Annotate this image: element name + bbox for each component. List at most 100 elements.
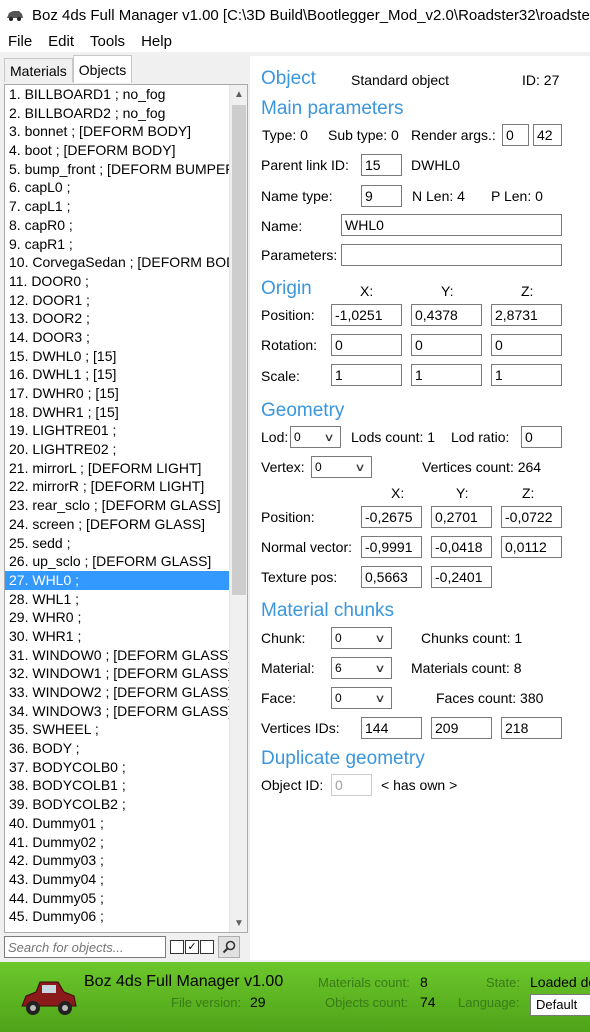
normal-y-field[interactable]: -0,0418 (431, 536, 492, 558)
texture-u-field[interactable]: 0,5663 (361, 566, 422, 588)
list-item[interactable]: 45. Dummy06 ; (5, 907, 229, 926)
subtype-label: Sub type: 0 (328, 127, 399, 143)
list-item[interactable]: 25. sedd ; (5, 534, 229, 553)
list-item[interactable]: 4. boot ; [DEFORM BODY] (5, 141, 229, 160)
vertex-position-x-field[interactable]: -0,2675 (361, 506, 422, 528)
scroll-up-icon[interactable]: ▲ (230, 85, 247, 103)
list-item[interactable]: 9. capR1 ; (5, 235, 229, 254)
list-item[interactable]: 7. capL1 ; (5, 197, 229, 216)
list-item[interactable]: 31. WINDOW0 ; [DEFORM GLASS] (5, 646, 229, 665)
list-item[interactable]: 44. Dummy05 ; (5, 889, 229, 908)
list-scrollbar[interactable]: ▲ ▼ (229, 85, 247, 932)
menu-edit[interactable]: Edit (40, 33, 82, 50)
vertex-position-z-field[interactable]: -0,0722 (501, 506, 562, 528)
scale-y-field[interactable]: 1 (411, 364, 482, 386)
lod-dropdown[interactable]: 0 ∨ (290, 426, 341, 448)
search-button[interactable] (218, 936, 240, 958)
origin-position-x-field[interactable]: -1,0251 (331, 304, 402, 326)
list-item[interactable]: 35. SWHEEL ; (5, 720, 229, 739)
language-dropdown[interactable]: Default (530, 994, 590, 1016)
scroll-down-icon[interactable]: ▼ (230, 914, 247, 932)
list-item[interactable]: 16. DWHL1 ; [15] (5, 365, 229, 384)
list-item[interactable]: 6. capL0 ; (5, 178, 229, 197)
vertex-position-y-field[interactable]: 0,2701 (431, 506, 492, 528)
render-args-a-field[interactable]: 0 (502, 124, 529, 146)
list-item[interactable]: 18. DWHR1 ; [15] (5, 403, 229, 422)
list-item[interactable]: 43. Dummy04 ; (5, 870, 229, 889)
list-item[interactable]: 30. WHR1 ; (5, 627, 229, 646)
list-item[interactable]: 23. rear_sclo ; [DEFORM GLASS] (5, 496, 229, 515)
list-item[interactable]: 41. Dummy02 ; (5, 833, 229, 852)
list-item[interactable]: 34. WINDOW3 ; [DEFORM GLASS] (5, 702, 229, 721)
objects-list[interactable]: 1. BILLBOARD1 ; no_fog 2. BILLBOARD2 ; no… (5, 85, 229, 932)
chunk-dropdown[interactable]: 0 ∨ (331, 627, 392, 649)
rotation-x-field[interactable]: 0 (331, 334, 402, 356)
rotation-y-field[interactable]: 0 (411, 334, 482, 356)
list-item[interactable]: 33. WINDOW2 ; [DEFORM GLASS] (5, 683, 229, 702)
list-item[interactable]: 40. Dummy01 ; (5, 814, 229, 833)
list-item[interactable]: 38. BODYCOLB1 ; (5, 776, 229, 795)
vertex-dropdown[interactable]: 0 ∨ (311, 456, 372, 478)
list-item[interactable]: 36. BODY ; (5, 739, 229, 758)
list-item[interactable]: 19. LIGHTRE01 ; (5, 421, 229, 440)
vertex-id-a-field[interactable]: 144 (361, 717, 422, 739)
menu-file[interactable]: File (0, 33, 40, 50)
list-item[interactable]: 5. bump_front ; [DEFORM BUMPER] (5, 160, 229, 179)
name-type-field[interactable]: 9 (361, 185, 402, 207)
vertex-id-b-field[interactable]: 209 (431, 717, 492, 739)
texture-v-field[interactable]: -0,2401 (431, 566, 492, 588)
parent-link-field[interactable]: 15 (361, 154, 402, 176)
origin-position-y-field[interactable]: 0,4378 (411, 304, 482, 326)
normal-z-field[interactable]: 0,0112 (501, 536, 562, 558)
origin-position-z-field[interactable]: 2,8731 (491, 304, 562, 326)
list-item[interactable]: 12. DOOR1 ; (5, 291, 229, 310)
rotation-z-field[interactable]: 0 (491, 334, 562, 356)
list-item[interactable]: 21. mirrorL ; [DEFORM LIGHT] (5, 459, 229, 478)
filter-checkbox-2[interactable] (200, 940, 214, 954)
list-item[interactable]: 27. WHL0 ; (5, 570, 229, 590)
list-item[interactable]: 20. LIGHTRE02 ; (5, 440, 229, 459)
lod-label: Lod: (261, 429, 289, 445)
list-item[interactable]: 14. DOOR3 ; (5, 328, 229, 347)
lod-ratio-field[interactable]: 0 (521, 426, 562, 448)
search-input[interactable] (4, 936, 166, 958)
name-field[interactable]: WHL0 (341, 214, 562, 236)
normal-x-field[interactable]: -0,9991 (361, 536, 422, 558)
list-item[interactable]: 22. mirrorR ; [DEFORM LIGHT] (5, 477, 229, 496)
list-item[interactable]: 37. BODYCOLB0 ; (5, 758, 229, 777)
n-len-label: N Len: 4 (412, 188, 465, 204)
list-item[interactable]: 8. capR0 ; (5, 216, 229, 235)
filter-checkbox[interactable] (170, 940, 184, 954)
scale-z-field[interactable]: 1 (491, 364, 562, 386)
list-item[interactable]: 42. Dummy03 ; (5, 851, 229, 870)
menu-help[interactable]: Help (133, 33, 180, 50)
list-item[interactable]: 13. DOOR2 ; (5, 309, 229, 328)
tab-objects[interactable]: Objects (72, 55, 133, 83)
face-dropdown[interactable]: 0 ∨ (331, 687, 392, 709)
scale-x-field[interactable]: 1 (331, 364, 402, 386)
tab-materials[interactable]: Materials (4, 58, 73, 82)
vertex-id-c-field[interactable]: 218 (501, 717, 562, 739)
list-item[interactable]: 2. BILLBOARD2 ; no_fog (5, 104, 229, 123)
list-item[interactable]: 26. up_sclo ; [DEFORM GLASS] (5, 552, 229, 571)
duplicate-object-id-field[interactable]: 0 (331, 774, 372, 796)
material-dropdown[interactable]: 6 ∨ (331, 657, 392, 679)
list-item[interactable]: 1. BILLBOARD1 ; no_fog (5, 85, 229, 104)
list-item[interactable]: 24. screen ; [DEFORM GLASS] (5, 515, 229, 534)
render-args-b-field[interactable]: 42 (533, 124, 562, 146)
list-item[interactable]: 3. bonnet ; [DEFORM BODY] (5, 122, 229, 141)
list-item[interactable]: 15. DWHL0 ; [15] (5, 347, 229, 366)
list-item[interactable]: 10. CorvegaSedan ; [DEFORM BODY] (5, 253, 229, 272)
list-item[interactable]: 17. DWHR0 ; [15] (5, 384, 229, 403)
list-item[interactable]: 11. DOOR0 ; (5, 272, 229, 291)
geometry-heading: Geometry (261, 400, 345, 421)
list-item[interactable]: 29. WHR0 ; (5, 608, 229, 627)
list-item[interactable]: 28. WHL1 ; (5, 590, 229, 609)
list-item[interactable]: 39. BODYCOLB2 ; (5, 795, 229, 814)
menu-tools[interactable]: Tools (82, 33, 133, 50)
scroll-thumb[interactable] (232, 105, 246, 595)
geometry-z-header: Z: (522, 485, 535, 501)
list-item[interactable]: 32. WINDOW1 ; [DEFORM GLASS] (5, 664, 229, 683)
parameters-field[interactable] (341, 244, 562, 266)
filter-checkbox-checked[interactable]: ✓ (185, 940, 199, 954)
